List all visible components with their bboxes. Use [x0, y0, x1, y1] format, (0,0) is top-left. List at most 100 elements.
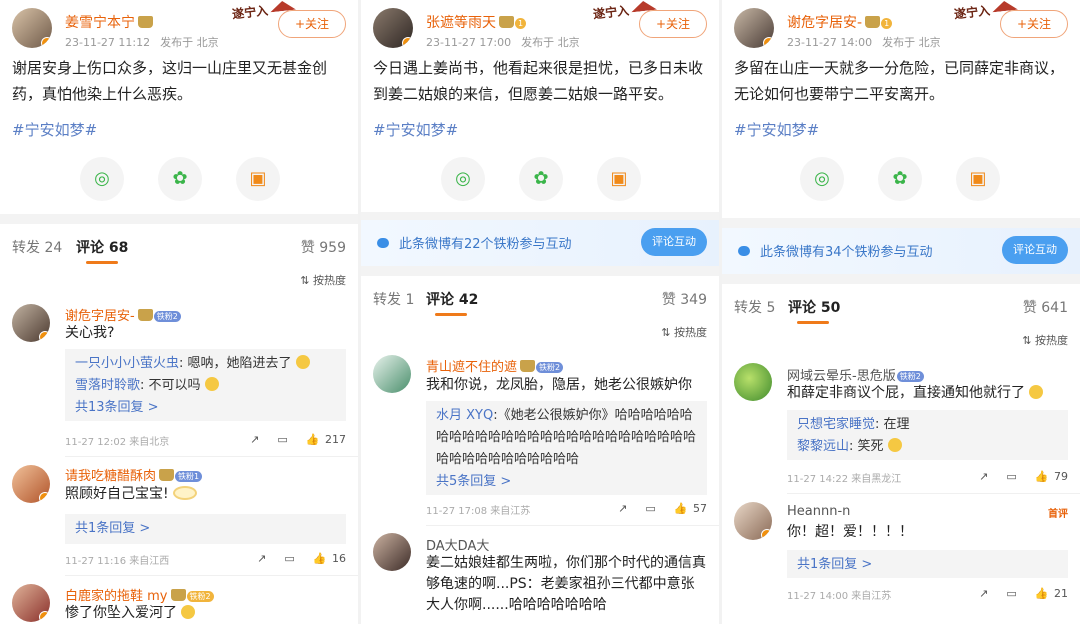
fan-interaction-banner[interactable]: 此条微博有22个铁粉参与互动 评论互动	[361, 220, 719, 266]
reply-box[interactable]: 一只小小小萤火虫: 嗯呐，她陷进去了 雪落时聆歌: 不可以吗 共13条回复 >	[65, 349, 346, 421]
topic-link[interactable]: #宁安如梦#	[734, 119, 819, 140]
share-icon[interactable]: ↗	[979, 470, 988, 483]
sort-button[interactable]: ⇅ 按热度	[661, 324, 707, 340]
topic-link[interactable]: #宁安如梦#	[12, 119, 97, 140]
comment-icon[interactable]: ▭	[1006, 587, 1016, 600]
tab-reposts[interactable]: 转发 1	[373, 289, 414, 309]
avatar[interactable]	[12, 8, 52, 48]
share-icon[interactable]: ↗	[250, 433, 259, 446]
tab-comments[interactable]: 评论 68	[76, 237, 128, 257]
comment-text: 关心我?	[65, 325, 115, 341]
topic-link[interactable]: #宁安如梦#	[373, 119, 458, 140]
follow-button[interactable]: +关注	[639, 10, 707, 38]
avatar[interactable]	[734, 502, 772, 540]
emoji-icon	[887, 438, 902, 452]
section-divider	[0, 214, 358, 224]
like-count: 21	[1054, 587, 1068, 600]
author-name[interactable]: 谢危字居安- 1	[787, 12, 893, 32]
avatar[interactable]	[373, 355, 411, 393]
comment-tabs: 转发 24 评论 68 赞 959	[0, 224, 358, 268]
avatar[interactable]	[12, 304, 50, 342]
more-replies-link[interactable]: 共1条回复 >	[75, 518, 336, 540]
wechat-icon[interactable]: ◎	[441, 157, 485, 201]
commenter-name[interactable]: 网域云晕乐-思危版 铁粉2	[787, 365, 924, 384]
wechat-icon[interactable]: ◎	[800, 157, 844, 201]
commenter-name[interactable]: 白鹿家的拖鞋 my 铁粉2	[65, 585, 214, 604]
moments-icon[interactable]: ✿	[158, 157, 202, 201]
divider	[426, 525, 719, 526]
commenter-name[interactable]: Heannn-n	[787, 504, 850, 519]
comment-tabs: 转发 1 评论 42 赞 349	[361, 276, 719, 320]
reply-item: 水月 XYQ:《她老公很嫉妒你》哈哈哈哈哈哈哈哈哈哈哈哈哈哈哈哈哈哈哈哈哈哈哈哈…	[436, 408, 697, 467]
reply-box[interactable]: 水月 XYQ:《她老公很嫉妒你》哈哈哈哈哈哈哈哈哈哈哈哈哈哈哈哈哈哈哈哈哈哈哈哈…	[426, 401, 707, 495]
comment-icon[interactable]: ▭	[645, 502, 655, 515]
like-icon[interactable]: 👍	[1035, 587, 1049, 600]
section-divider	[722, 274, 1080, 284]
comment-icon[interactable]: ▭	[1006, 470, 1016, 483]
tab-likes[interactable]: 赞 959	[301, 237, 346, 257]
tab-comments[interactable]: 评论 50	[788, 297, 840, 317]
comment-icon[interactable]: ▭	[277, 433, 287, 446]
comment-footer: 11-27 14:22 来自黑龙江 ↗ ▭ 👍 79	[787, 470, 1068, 485]
post-text: 谢居安身上伤口众多，这归一山庄里又无甚金创药，真怕他染上什么恶疾。	[12, 59, 328, 103]
like-icon[interactable]: 👍	[306, 433, 320, 446]
fan-interaction-button[interactable]: 评论互动	[1002, 236, 1068, 264]
save-image-icon[interactable]: ▣	[236, 157, 280, 201]
save-image-icon[interactable]: ▣	[597, 157, 641, 201]
follow-button[interactable]: +关注	[278, 10, 346, 38]
tab-reposts[interactable]: 转发 24	[12, 237, 62, 257]
tab-likes[interactable]: 赞 349	[662, 289, 707, 309]
comment-footer: 11-27 17:08 来自江苏 ↗ ▭ 👍 57	[426, 502, 707, 517]
follow-button[interactable]: +关注	[1000, 10, 1068, 38]
like-icon[interactable]: 👍	[313, 552, 327, 565]
like-icon[interactable]: 👍	[674, 502, 688, 515]
crown-icon	[159, 469, 175, 481]
comment-footer: 11-27 11:16 来自江西 ↗ ▭ 👍 16	[65, 552, 346, 567]
comment-text: 我和你说，龙凤胎，隐居，她老公很嫉妒你	[426, 377, 692, 393]
more-replies-link[interactable]: 共5条回复 >	[436, 471, 697, 493]
avatar[interactable]	[734, 8, 774, 48]
author-name[interactable]: 张遮等雨天 1	[426, 12, 527, 32]
commenter-name[interactable]: 青山遮不住的遮 铁粉2	[426, 356, 564, 375]
comment-text: 姜二姑娘娃都生两啦，你们那个时代的通信真够龟速的啊...PS：老姜家祖孙三代都中…	[426, 555, 706, 613]
reply-box[interactable]: 共1条回复 >	[65, 514, 346, 544]
moments-icon[interactable]: ✿	[519, 157, 563, 201]
author-name[interactable]: 姜雪宁本宁	[65, 12, 153, 32]
share-icon[interactable]: ↗	[979, 587, 988, 600]
avatar[interactable]	[373, 8, 413, 48]
post-panel-2: 张遮等雨天 1 23-11-27 17:00 发布于 北京 遂宁入 +关注 今日遇上…	[361, 0, 719, 624]
sort-button[interactable]: ⇅ 按热度	[1022, 332, 1068, 348]
tab-comments[interactable]: 评论 42	[426, 289, 478, 309]
verified-icon	[39, 492, 50, 503]
like-icon[interactable]: 👍	[1035, 470, 1049, 483]
tab-reposts[interactable]: 转发 5	[734, 297, 775, 317]
post-panel-1: 姜雪宁本宁 23-11-27 11:12 发布于 北京 遂宁入 +关注 谢居安身上…	[0, 0, 358, 624]
comment-footer: 11-27 12:02 来自北京 ↗ ▭ 👍 217	[65, 433, 346, 448]
commenter-name[interactable]: 谢危字居安- 铁粉2	[65, 305, 181, 324]
share-icon[interactable]: ↗	[618, 502, 627, 515]
share-icon[interactable]: ↗	[257, 552, 266, 565]
moments-icon[interactable]: ✿	[878, 157, 922, 201]
wechat-icon[interactable]: ◎	[80, 157, 124, 201]
save-image-icon[interactable]: ▣	[956, 157, 1000, 201]
commenter-name[interactable]: DA大DA大	[426, 535, 489, 554]
avatar[interactable]	[734, 363, 772, 401]
tab-likes[interactable]: 赞 641	[1023, 297, 1068, 317]
more-replies-link[interactable]: 共1条回复 >	[797, 554, 1058, 576]
active-tab-underline	[86, 261, 118, 264]
commenter-name[interactable]: 请我吃糖醋酥肉 铁粉1	[65, 465, 203, 484]
more-replies-link[interactable]: 共13条回复 >	[75, 397, 336, 419]
comment-text: 你！超！爱！！！！	[787, 524, 913, 540]
comment-icon[interactable]: ▭	[284, 552, 294, 565]
avatar[interactable]	[373, 533, 411, 571]
reply-box[interactable]: 只想宅家睡觉: 在理 黎黎远山: 笑死	[787, 410, 1068, 460]
fan-interaction-button[interactable]: 评论互动	[641, 228, 707, 256]
verified-icon	[402, 37, 413, 48]
section-divider	[361, 266, 719, 276]
fan-interaction-banner[interactable]: 此条微博有34个铁粉参与互动 评论互动	[722, 228, 1080, 274]
reply-box[interactable]: 共1条回复 >	[787, 550, 1068, 578]
avatar[interactable]	[12, 465, 50, 503]
sort-button[interactable]: ⇅ 按热度	[300, 272, 346, 288]
like-count: 217	[325, 433, 346, 446]
avatar[interactable]	[12, 584, 50, 622]
